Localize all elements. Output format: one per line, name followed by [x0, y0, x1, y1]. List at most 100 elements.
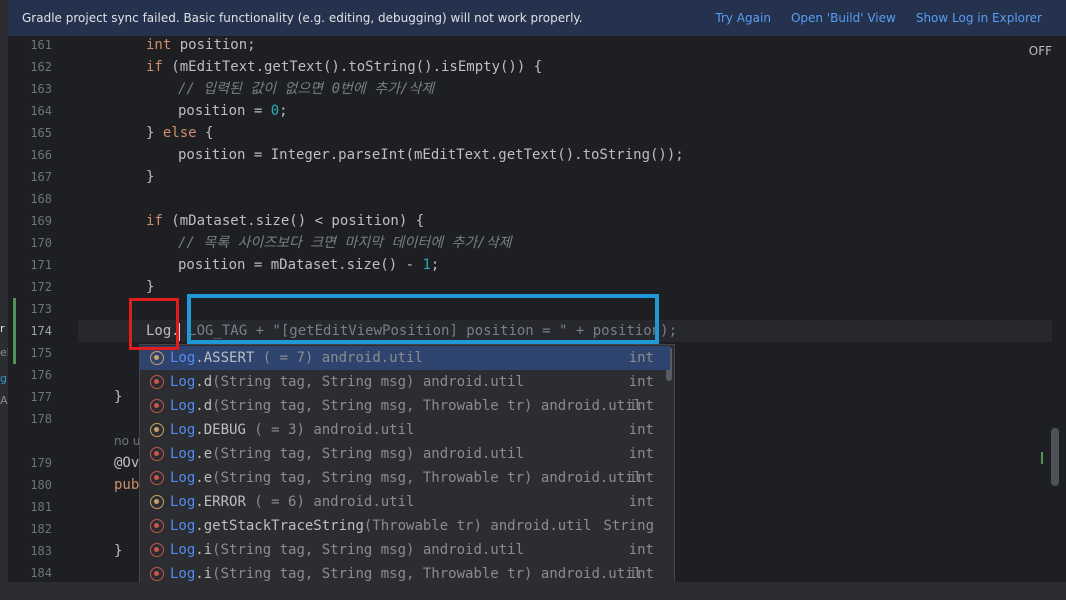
- method-icon: [150, 399, 164, 413]
- right-change-marker: [1041, 452, 1043, 464]
- completion-pkg: android.util: [414, 446, 525, 462]
- completion-sig: (String tag, String msg): [212, 374, 415, 390]
- method-icon: [150, 519, 164, 533]
- completion-name: .d: [195, 374, 213, 390]
- left-tool-strip: r el g Ac: [0, 0, 13, 600]
- completion-pkg: android.util: [532, 470, 643, 486]
- completion-popup[interactable]: Log.ASSERT ( = 7) android.util int Log.d(S…: [139, 344, 675, 600]
- completion-item[interactable]: Log.d(String tag, String msg) android.ut…: [140, 370, 670, 394]
- completion-name: .getStackTraceString: [195, 518, 364, 534]
- completion-return-type: int: [628, 422, 654, 438]
- field-icon: [150, 423, 164, 437]
- completion-cls: Log: [170, 494, 196, 510]
- method-icon: [150, 543, 164, 557]
- completion-return-type: String: [603, 518, 654, 534]
- blue-highlight-box: [187, 294, 659, 344]
- line-number: 161: [30, 38, 52, 52]
- completion-pkg: android.util: [313, 350, 423, 366]
- line-number: 165: [30, 126, 52, 140]
- show-log-link[interactable]: Show Log in Explorer: [916, 11, 1042, 25]
- completion-text: Log.ASSERT ( = 7) android.util: [170, 346, 423, 370]
- completion-text: Log.getStackTraceString(Throwable tr) an…: [170, 514, 591, 538]
- completion-name: .DEBUG: [195, 422, 246, 438]
- open-build-view-link[interactable]: Open 'Build' View: [791, 11, 896, 25]
- completion-pkg: android.util: [414, 374, 525, 390]
- completion-item[interactable]: Log.e(String tag, String msg) android.ut…: [140, 442, 670, 466]
- completion-return-type: int: [628, 350, 654, 366]
- line-number: 179: [30, 456, 52, 470]
- completion-item[interactable]: Log.i(String tag, String msg) android.ut…: [140, 538, 670, 562]
- code-line-161: int position;: [146, 37, 256, 53]
- code-line-177: }: [114, 389, 123, 405]
- code-line-180: pub: [114, 477, 140, 493]
- completion-cls: Log: [170, 350, 196, 366]
- code-line-183: }: [114, 543, 123, 559]
- completion-name: .i: [195, 542, 213, 558]
- completion-text: Log.DEBUG ( = 3) android.util: [170, 418, 414, 442]
- completion-text: Log.d(String tag, String msg, Throwable …: [170, 394, 642, 418]
- completion-cls: Log: [170, 542, 196, 558]
- completion-pkg: android.util: [532, 398, 643, 414]
- line-number: 170: [30, 236, 52, 250]
- completion-name: .i: [195, 566, 213, 582]
- completion-pkg: android.util: [304, 422, 415, 438]
- method-icon: [150, 471, 164, 485]
- completion-return-type: int: [628, 398, 654, 414]
- code-line-166: position = Integer.parseInt(mEditText.ge…: [178, 147, 684, 163]
- field-icon: [150, 351, 164, 365]
- completion-cls: Log: [170, 422, 196, 438]
- line-number-gutter[interactable]: 161 162 163 164 165 166 167 168 169 170 171 172 173 1…: [8, 36, 78, 582]
- completion-item[interactable]: Log.e(String tag, String msg, Throwable …: [140, 466, 670, 490]
- editor-scrollbar[interactable]: [1051, 428, 1059, 486]
- line-number: 169: [30, 214, 52, 228]
- completion-text: Log.ERROR ( = 6) android.util: [170, 490, 414, 514]
- completion-pkg: android.util: [481, 518, 592, 534]
- completion-sig: ( = 3): [245, 422, 305, 438]
- completion-sig: (Throwable tr): [363, 518, 482, 534]
- line-number: 184: [30, 566, 52, 580]
- line-number: 173: [30, 302, 52, 316]
- completion-cls: Log: [170, 446, 196, 462]
- line-number: 168: [30, 192, 52, 206]
- code-line-167: }: [146, 169, 155, 185]
- editor-status-label: OFF: [1028, 44, 1052, 58]
- completion-text: Log.d(String tag, String msg) android.ut…: [170, 370, 524, 394]
- completion-sig: ( = 7): [254, 350, 314, 366]
- completion-text: Log.i(String tag, String msg) android.ut…: [170, 538, 524, 562]
- line-number: 172: [30, 280, 52, 294]
- line-number: 182: [30, 522, 52, 536]
- gradle-sync-banner: Gradle project sync failed. Basic functi…: [8, 0, 1066, 36]
- line-number: 174: [30, 324, 52, 338]
- completion-sig: (String tag, String msg, Throwable tr): [212, 566, 533, 582]
- completion-sig: (String tag, String msg): [212, 542, 415, 558]
- code-line-163: // 입력된 값이 없으면 0번에 추가/삭제: [178, 81, 435, 97]
- red-highlight-box: [129, 298, 179, 350]
- completion-cls: Log: [170, 470, 196, 486]
- line-number: 164: [30, 104, 52, 118]
- completion-pkg: android.util: [414, 542, 525, 558]
- try-again-link[interactable]: Try Again: [715, 11, 771, 25]
- line-number: 162: [30, 60, 52, 74]
- completion-item[interactable]: Log.ERROR ( = 6) android.util int: [140, 490, 670, 514]
- code-line-171: position = mDataset.size() - 1;: [178, 257, 440, 273]
- line-number: 175: [30, 346, 52, 360]
- method-icon: [150, 447, 164, 461]
- completion-item[interactable]: Log.getStackTraceString(Throwable tr) an…: [140, 514, 670, 538]
- completion-return-type: int: [628, 374, 654, 390]
- line-number: 163: [30, 82, 52, 96]
- completion-name: .d: [195, 398, 213, 414]
- completion-sig: (String tag, String msg, Throwable tr): [212, 470, 533, 486]
- banner-message: Gradle project sync failed. Basic functi…: [22, 11, 583, 25]
- code-line-172: }: [146, 279, 155, 295]
- code-line-164: position = 0;: [178, 103, 288, 119]
- completion-cls: Log: [170, 518, 196, 534]
- completion-item[interactable]: Log.DEBUG ( = 3) android.util int: [140, 418, 670, 442]
- completion-return-type: int: [628, 542, 654, 558]
- completion-item[interactable]: Log.ASSERT ( = 7) android.util int: [140, 346, 670, 370]
- completion-name: .e: [195, 470, 213, 486]
- completion-return-type: int: [628, 470, 654, 486]
- line-number: 167: [30, 170, 52, 184]
- completion-cls: Log: [170, 566, 196, 582]
- line-number: 176: [30, 368, 52, 382]
- completion-item[interactable]: Log.d(String tag, String msg, Throwable …: [140, 394, 670, 418]
